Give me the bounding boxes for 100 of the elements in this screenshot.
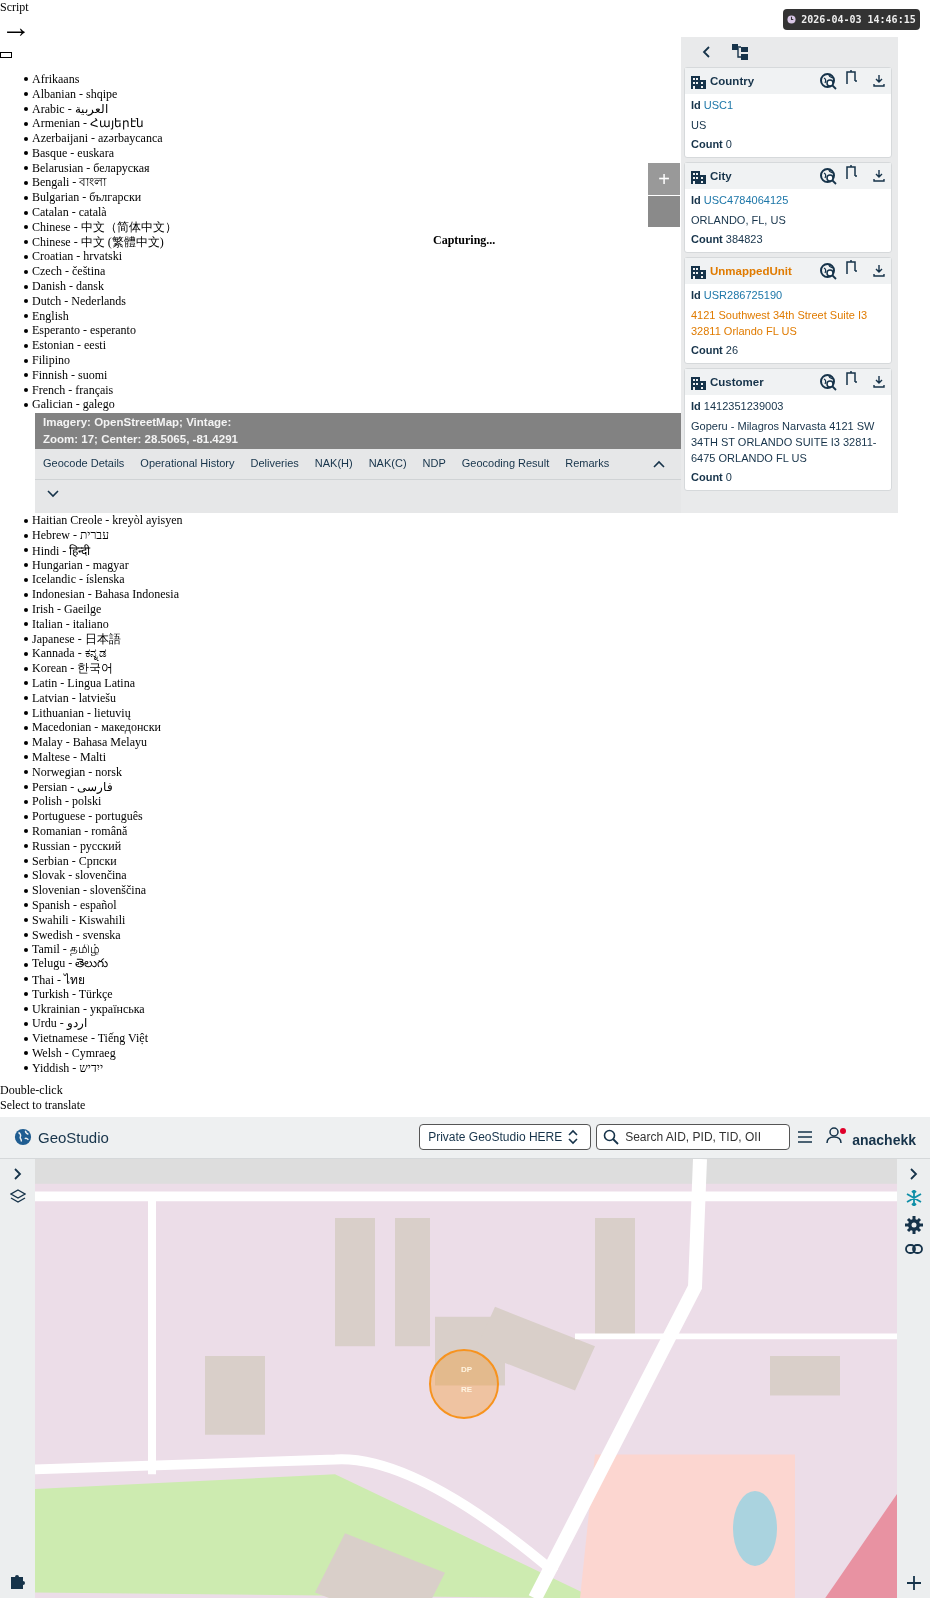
details-tab[interactable]: NDP: [422, 453, 446, 475]
download-icon[interactable]: [873, 376, 885, 388]
id-link[interactable]: USC4784064125: [703, 194, 789, 206]
menu-icon[interactable]: [798, 1131, 813, 1144]
language-option[interactable]: Catalan - català: [32, 205, 107, 221]
language-option[interactable]: Serbian - Српски: [32, 853, 117, 869]
language-option[interactable]: Haitian Creole - kreyòl ayisyen: [32, 513, 183, 529]
snowflake-icon[interactable]: [904, 1188, 923, 1207]
layers-icon[interactable]: [9, 1188, 26, 1205]
details-tab[interactable]: Geocode Details: [43, 453, 125, 475]
details-tab[interactable]: NAK(C): [368, 453, 407, 475]
download-icon[interactable]: [873, 265, 885, 277]
language-option[interactable]: English: [32, 308, 69, 324]
language-option[interactable]: Armenian - Հայերէն: [32, 116, 144, 132]
globe-search-icon[interactable]: [820, 373, 837, 391]
language-option[interactable]: Turkish - Türkçe: [32, 986, 113, 1002]
language-option[interactable]: Yiddish - ייִדיש: [32, 1060, 104, 1076]
language-option[interactable]: Danish - dansk: [32, 279, 104, 295]
bullet-icon: [24, 666, 28, 671]
workspace-select[interactable]: Private GeoStudio HERE: [419, 1124, 592, 1151]
language-option[interactable]: Latvian - latviešu: [32, 690, 116, 706]
language-option[interactable]: Dutch - Nederlands: [32, 293, 126, 309]
language-option[interactable]: Albanian - shqipe: [32, 86, 118, 102]
language-option[interactable]: Irish - Gaeilge: [32, 602, 102, 617]
bracket-icon[interactable]: [845, 260, 857, 274]
language-option[interactable]: Hindi - हिन्दी: [32, 541, 91, 559]
globe-search-icon[interactable]: [820, 262, 837, 280]
details-tab[interactable]: Geocoding Result: [461, 453, 550, 475]
download-icon[interactable]: [873, 170, 885, 182]
link-icon[interactable]: [904, 1242, 923, 1255]
search-field[interactable]: Search AID, PID, TID, OII: [596, 1124, 791, 1151]
bracket-icon[interactable]: [845, 371, 857, 385]
download-icon[interactable]: [873, 75, 885, 87]
chevron-left-icon[interactable]: [702, 46, 710, 58]
plus-icon[interactable]: [906, 1576, 921, 1590]
language-option[interactable]: Lithuanian - lietuvių: [32, 705, 131, 721]
language-option[interactable]: Chinese - 中文（简体中文）: [32, 218, 177, 236]
language-option[interactable]: Croatian - hrvatski: [32, 249, 122, 265]
language-option[interactable]: Kannada - ಕನ್ನಡ: [32, 646, 107, 662]
language-option[interactable]: Bulgarian - български: [32, 190, 142, 206]
language-option[interactable]: Polish - polski: [32, 794, 102, 810]
language-option[interactable]: Russian - русский: [32, 838, 122, 854]
language-option[interactable]: Azerbaijani - azərbaycanca: [32, 131, 163, 147]
language-option[interactable]: Bengali - বাংলা: [32, 173, 107, 193]
language-option[interactable]: Slovak - slovenčina: [32, 868, 127, 884]
language-option[interactable]: Indonesian - Bahasa Indonesia: [32, 587, 179, 603]
language-option[interactable]: Norwegian - norsk: [32, 764, 122, 780]
language-option[interactable]: Arabic - العربية: [32, 101, 108, 117]
language-option[interactable]: Galician - galego: [32, 397, 115, 413]
chevron-right-icon[interactable]: [908, 1167, 919, 1180]
language-option[interactable]: Swahili - Kiswahili: [32, 912, 126, 928]
language-option[interactable]: Basque - euskara: [32, 145, 114, 161]
language-option[interactable]: Spanish - español: [32, 897, 117, 913]
language-option[interactable]: Japanese - 日本語: [32, 630, 121, 648]
language-option[interactable]: Afrikaans: [32, 71, 80, 87]
bracket-icon[interactable]: [845, 165, 857, 179]
language-option[interactable]: Romanian - română: [32, 823, 128, 839]
language-option[interactable]: Filipino: [32, 353, 70, 369]
language-option[interactable]: Persian - فارسی: [32, 779, 114, 795]
globe-search-icon[interactable]: [820, 72, 837, 90]
language-option[interactable]: Korean - 한국어: [32, 660, 114, 678]
language-option[interactable]: Ukrainian - українська: [32, 1001, 145, 1017]
user-icon[interactable]: [826, 1127, 843, 1144]
language-option[interactable]: Chinese - 中文 (繁體中文): [32, 233, 164, 251]
language-option[interactable]: Hungarian - magyar: [32, 557, 129, 573]
id-link[interactable]: USR286725190: [703, 289, 783, 301]
details-tab[interactable]: NAK(H): [314, 453, 353, 475]
language-option[interactable]: Belarusian - беларуская: [32, 160, 150, 176]
language-option[interactable]: Finnish - suomi: [32, 367, 108, 383]
details-tab[interactable]: Operational History: [140, 453, 235, 475]
chevron-down-icon[interactable]: [47, 490, 59, 498]
language-option[interactable]: Latin - Lingua Latina: [32, 676, 135, 691]
user-name[interactable]: anachekk: [852, 1132, 916, 1149]
language-option[interactable]: Maltese - Malti: [32, 750, 106, 765]
language-option[interactable]: Tamil - தமிழ்: [32, 942, 100, 958]
globe-search-icon[interactable]: [820, 167, 837, 185]
language-option[interactable]: French - français: [32, 382, 114, 398]
language-option[interactable]: Icelandic - íslenska: [32, 572, 125, 588]
puzzle-icon[interactable]: [8, 1572, 27, 1590]
language-option[interactable]: Urdu - اردو: [32, 1016, 87, 1032]
language-option[interactable]: Welsh - Cymraeg: [32, 1045, 116, 1061]
language-option[interactable]: Swedish - svenska: [32, 927, 121, 943]
chevron-up-icon[interactable]: [653, 460, 665, 468]
language-option[interactable]: Slovenian - slovenščina: [32, 883, 146, 899]
chevron-right-icon[interactable]: [12, 1167, 23, 1180]
language-option[interactable]: Hebrew - עברית: [32, 528, 109, 544]
bracket-icon[interactable]: [845, 70, 857, 84]
language-option[interactable]: Esperanto - esperanto: [32, 323, 136, 339]
language-option[interactable]: Estonian - eesti: [32, 338, 106, 354]
language-option[interactable]: Portuguese - português: [32, 809, 143, 825]
details-tab[interactable]: Deliveries: [250, 453, 299, 475]
language-option[interactable]: Italian - italiano: [32, 616, 109, 632]
language-option[interactable]: Macedonian - македонски: [32, 720, 161, 736]
settings-icon[interactable]: [904, 1215, 923, 1234]
hierarchy-icon[interactable]: [732, 44, 748, 60]
language-option[interactable]: Czech - čeština: [32, 264, 106, 280]
language-option[interactable]: Vietnamese - Tiếng Việt: [32, 1031, 148, 1047]
id-link[interactable]: USC1: [703, 99, 734, 111]
language-option[interactable]: Malay - Bahasa Melayu: [32, 735, 147, 751]
details-tab[interactable]: Remarks: [565, 453, 610, 475]
